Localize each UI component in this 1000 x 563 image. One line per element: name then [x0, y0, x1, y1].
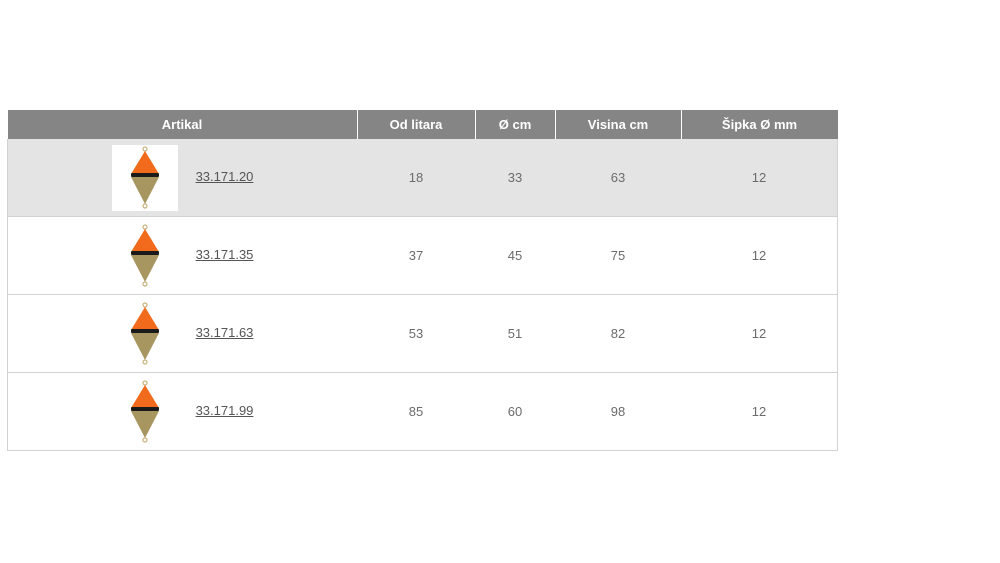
sipka-cell: 12 — [681, 216, 838, 295]
visina-cell: 63 — [555, 139, 681, 217]
visina-cell: 75 — [555, 216, 681, 295]
visina-cell: 98 — [555, 372, 681, 451]
header-visina: Visina cm — [554, 110, 681, 139]
header-od-litara: Od litara — [356, 110, 475, 139]
buoy-icon[interactable] — [112, 301, 178, 367]
artikal-cell: 33.171.99 — [7, 372, 357, 451]
od-litara-cell: 85 — [357, 372, 475, 451]
table-row: 33.171.20 18 33 63 12 — [7, 139, 838, 217]
artikal-cell: 33.171.20 — [7, 139, 357, 217]
product-code-link[interactable]: 33.171.63 — [196, 325, 254, 340]
table-row: 33.171.99 85 60 98 12 — [7, 372, 838, 451]
buoy-icon[interactable] — [112, 223, 178, 289]
page: Artikal Od litara Ø cm Visina cm Šipka Ø… — [0, 0, 1000, 563]
product-code-link[interactable]: 33.171.99 — [196, 403, 254, 418]
sipka-cell: 12 — [681, 294, 838, 373]
diameter-cell: 33 — [475, 139, 555, 217]
buoy-icon[interactable] — [111, 144, 178, 211]
buoy-icon[interactable] — [112, 379, 178, 445]
diameter-cell: 45 — [475, 216, 555, 295]
product-table: Artikal Od litara Ø cm Visina cm Šipka Ø… — [7, 110, 838, 451]
table-row: 33.171.35 37 45 75 12 — [7, 216, 838, 295]
table-header-row: Artikal Od litara Ø cm Visina cm Šipka Ø… — [7, 110, 838, 139]
artikal-cell: 33.171.63 — [7, 294, 357, 373]
product-code-link[interactable]: 33.171.20 — [196, 169, 254, 184]
table-row: 33.171.63 53 51 82 12 — [7, 294, 838, 373]
artikal-cell: 33.171.35 — [7, 216, 357, 295]
header-artikal: Artikal — [7, 110, 357, 139]
od-litara-cell: 37 — [357, 216, 475, 295]
header-sipka: Šipka Ø mm — [680, 110, 838, 139]
header-diameter: Ø cm — [474, 110, 555, 139]
diameter-cell: 60 — [475, 372, 555, 451]
visina-cell: 82 — [555, 294, 681, 373]
od-litara-cell: 53 — [357, 294, 475, 373]
od-litara-cell: 18 — [357, 139, 475, 217]
diameter-cell: 51 — [475, 294, 555, 373]
product-code-link[interactable]: 33.171.35 — [196, 247, 254, 262]
sipka-cell: 12 — [681, 139, 838, 217]
sipka-cell: 12 — [681, 372, 838, 451]
